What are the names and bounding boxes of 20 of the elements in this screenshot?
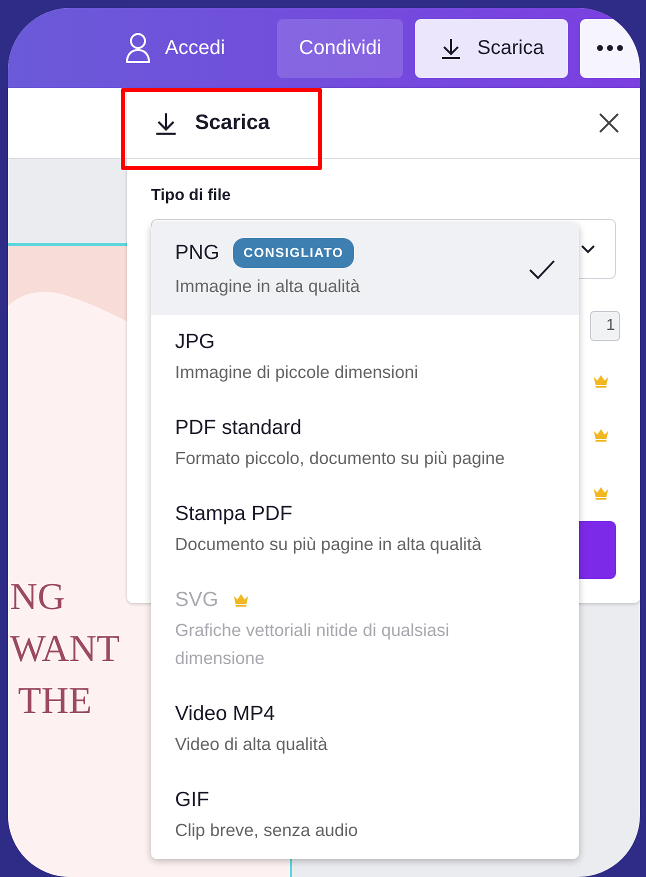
option-name: GIF bbox=[175, 788, 210, 812]
option-name: Stampa PDF bbox=[175, 502, 292, 526]
option-description: Immagine in alta qualità bbox=[175, 275, 361, 298]
option-description: Grafiche vettoriali nitide di qualsiasi dimensione bbox=[175, 619, 450, 670]
option-description: Immagine di piccole dimensioni bbox=[175, 361, 420, 384]
panel-title: Scarica bbox=[195, 111, 270, 135]
option-description: Formato piccolo, documento su più pagine bbox=[175, 447, 506, 470]
recommended-badge: CONSIGLIATO bbox=[233, 238, 354, 268]
option-description: Documento su più pagine in alta qualità bbox=[175, 533, 482, 556]
option-name: JPG bbox=[175, 330, 215, 354]
design-text: WANT bbox=[10, 627, 120, 672]
option-name: PDF standard bbox=[175, 416, 302, 440]
option-description: Video di alta qualità bbox=[175, 733, 328, 756]
option-name: SVG bbox=[175, 588, 218, 612]
design-text: THE bbox=[17, 679, 93, 724]
option-name: Video MP4 bbox=[175, 702, 275, 726]
option-name: PNG bbox=[175, 241, 220, 265]
design-text: NG bbox=[10, 575, 66, 620]
option-description: Clip breve, senza audio bbox=[175, 819, 359, 842]
field-label: Tipo di file bbox=[151, 187, 232, 205]
